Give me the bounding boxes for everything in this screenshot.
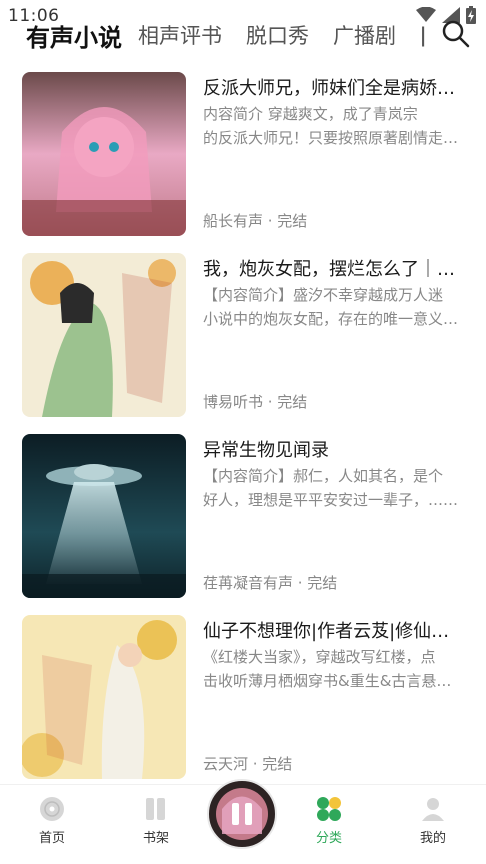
book-meta: 博易听书 · 完结 xyxy=(203,393,308,411)
nav-label: 书架 xyxy=(142,831,169,846)
nav-label: 分类 xyxy=(315,831,342,846)
disc-icon xyxy=(40,797,64,821)
book-cover xyxy=(22,72,186,236)
book-description-line: 好人，理想是平平安安过一辈子，…… xyxy=(203,491,459,509)
tab-overflow-indicator[interactable]: ǀ xyxy=(420,23,426,47)
book-description-line: 内容简介 穿越爽文，成了青岚宗 xyxy=(203,105,418,123)
book-title: 仙子不想理你|作者云芨|修仙爽文 xyxy=(203,621,465,642)
bookshelf-icon xyxy=(146,798,165,820)
book-item[interactable]: 我，炮灰女配，摆烂怎么了｜多人有声剧 【内容简介】盛汐不幸穿越成万人迷 小说中的… xyxy=(0,253,486,434)
book-meta: 荏苒凝音有声 · 完结 xyxy=(203,574,338,592)
book-cover xyxy=(22,615,186,779)
nav-home[interactable]: 首页 xyxy=(22,795,82,846)
book-description-line: 【内容简介】郝仁，人如其名，是个 xyxy=(203,467,444,485)
tab-talk-show[interactable]: 脱口秀 xyxy=(246,20,309,50)
user-icon xyxy=(422,798,444,821)
book-title: 异常生物见闻录 xyxy=(203,440,329,461)
book-description: 【内容简介】郝仁，人如其名，是个 好人，理想是平平安安过一辈子，…… xyxy=(203,464,465,512)
book-description-line: 的反派大师兄！只要按照原著剧情走…… xyxy=(203,129,465,147)
tab-audio-novel[interactable]: 有声小说 xyxy=(26,18,122,53)
book-description-line: 【内容简介】盛汐不幸穿越成万人迷 xyxy=(203,286,444,304)
book-title: 我，炮灰女配，摆烂怎么了｜多人有声剧 xyxy=(203,259,465,280)
nav-label: 首页 xyxy=(38,831,65,846)
book-description: 《红楼大当家》，穿越改写红楼，点 击收听薄月栖烟穿书&重生&古言悬疑…… xyxy=(203,645,465,693)
book-cover xyxy=(22,434,186,598)
book-description: 【内容简介】盛汐不幸穿越成万人迷 小说中的炮灰女配，存在的唯一意义…… xyxy=(203,283,465,331)
nav-bookshelf[interactable]: 书架 xyxy=(126,795,186,846)
book-description-line: 《红楼大当家》，穿越改写红楼，点 xyxy=(203,648,436,666)
book-item[interactable]: 异常生物见闻录 【内容简介】郝仁，人如其名，是个 好人，理想是平平安安过一辈子，… xyxy=(0,434,486,615)
book-cover xyxy=(22,253,186,417)
book-meta: 云天河 · 完结 xyxy=(203,755,293,773)
category-icon xyxy=(317,797,341,821)
book-description-line: 小说中的炮灰女配，存在的唯一意义…… xyxy=(203,310,465,328)
search-icon[interactable] xyxy=(440,18,472,50)
book-description: 内容简介 穿越爽文，成了青岚宗 的反派大师兄！只要按照原著剧情走…… xyxy=(203,102,465,150)
nav-profile[interactable]: 我的 xyxy=(403,795,463,846)
book-meta: 船长有声 · 完结 xyxy=(203,212,308,230)
tab-crosstalk[interactable]: 相声评书 xyxy=(138,20,222,50)
nav-category[interactable]: 分类 xyxy=(299,795,359,846)
book-description-line: 击收听薄月栖烟穿书&重生&古言悬疑…… xyxy=(203,672,465,690)
tab-radio-drama[interactable]: 广播剧 xyxy=(333,20,396,50)
book-title: 反派大师兄，师妹们全是病娇（反派大师兄，师妹们全是病娇） xyxy=(203,78,465,99)
category-tabs: 有声小说 相声评书 脱口秀 广播剧 ǀ xyxy=(0,14,486,56)
book-item[interactable]: 仙子不想理你|作者云芨|修仙爽文 《红楼大当家》，穿越改写红楼，点 击收听薄月栖… xyxy=(0,615,486,796)
book-item[interactable]: 反派大师兄，师妹们全是病娇（反派大师兄，师妹们全是病娇） 内容简介 穿越爽文，成… xyxy=(0,72,486,253)
nav-label: 我的 xyxy=(419,831,446,846)
book-list: 反派大师兄，师妹们全是病娇（反派大师兄，师妹们全是病娇） 内容简介 穿越爽文，成… xyxy=(0,72,486,796)
now-playing-button[interactable] xyxy=(207,779,277,849)
bottom-navigation: 首页 书架 分类 我的 xyxy=(0,779,486,864)
